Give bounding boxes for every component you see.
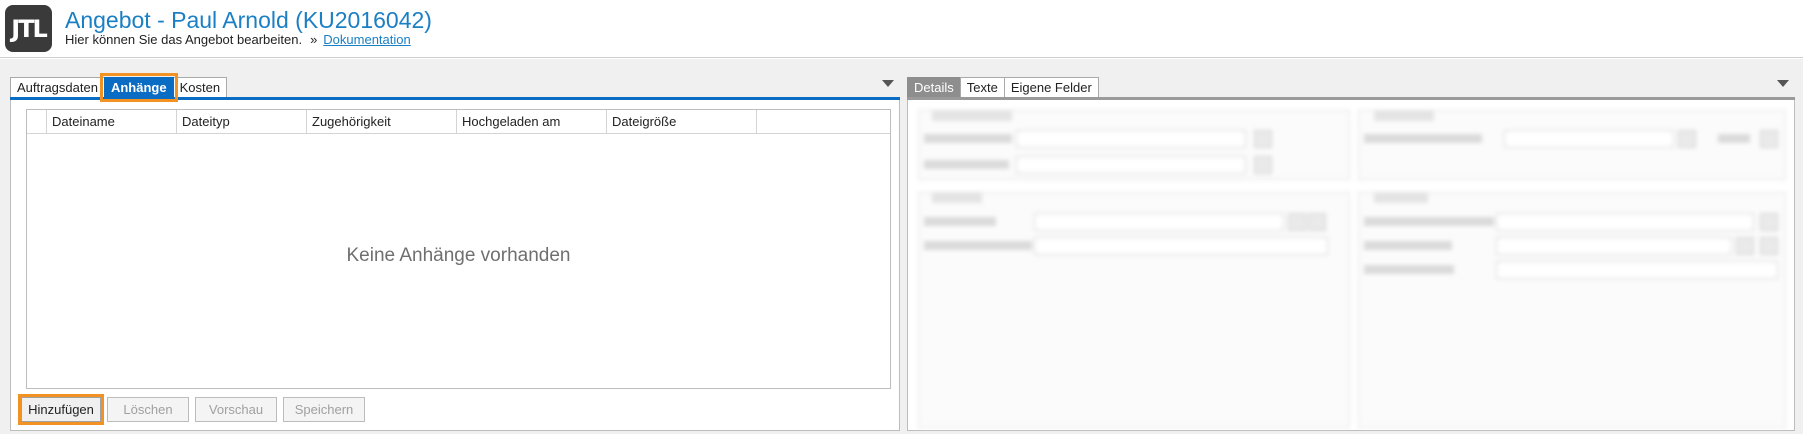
save-button[interactable]: Speichern <box>283 397 365 422</box>
field-label <box>924 160 1009 169</box>
jtl-logo: JTL <box>5 5 52 52</box>
field-input[interactable] <box>1496 261 1778 279</box>
dropdown-button[interactable] <box>1760 130 1778 148</box>
tab-kosten[interactable]: Kosten <box>172 77 228 98</box>
field-label <box>1364 217 1494 226</box>
add-button[interactable]: Hinzufügen <box>18 394 104 425</box>
tab-eigene-felder[interactable]: Eigene Felder <box>1003 77 1099 98</box>
subtitle-row: Hier können Sie das Angebot bearbeiten. »… <box>65 32 411 47</box>
column-header-zugehoerigkeit[interactable]: Zugehörigkeit <box>307 110 457 133</box>
grid-header: Dateiname Dateityp Zugehörigkeit Hochgel… <box>27 110 890 134</box>
dropdown-button[interactable] <box>1678 130 1696 148</box>
page-title: Angebot - Paul Arnold (KU2016042) <box>65 7 432 33</box>
field-label <box>1364 265 1454 274</box>
attachments-tab-content: Dateiname Dateityp Zugehörigkeit Hochgel… <box>10 100 900 431</box>
main-area: Auftragsdaten Anhänge Kosten Dateiname D… <box>0 59 1803 434</box>
tab-texte[interactable]: Texte <box>959 77 1005 98</box>
column-header-hochgeladen-am[interactable]: Hochgeladen am <box>457 110 607 133</box>
button-row: Hinzufügen Löschen Vorschau Speichern <box>18 394 371 425</box>
chevron-down-icon[interactable] <box>1777 80 1789 87</box>
details-tab-content <box>907 100 1795 431</box>
field-input[interactable] <box>1504 130 1674 148</box>
field-input[interactable] <box>1016 156 1246 174</box>
right-tab-bar: Details Texte Eigene Felder <box>907 73 1099 98</box>
empty-message: Keine Anhänge vorhanden <box>346 245 571 266</box>
dropdown-button[interactable] <box>1760 237 1778 255</box>
dropdown-button[interactable] <box>1288 213 1306 231</box>
field-label <box>1718 134 1750 143</box>
field-input[interactable] <box>1496 237 1732 255</box>
fieldset-title <box>1374 111 1434 121</box>
field-input[interactable] <box>1496 213 1754 231</box>
column-header-dateityp[interactable]: Dateityp <box>177 110 307 133</box>
dropdown-button[interactable] <box>1760 213 1778 231</box>
details-panel: Details Texte Eigene Felder <box>907 73 1795 431</box>
field-input[interactable] <box>1016 130 1246 148</box>
field-label <box>924 134 1012 143</box>
field-label <box>1364 241 1452 250</box>
tab-details[interactable]: Details <box>907 77 961 98</box>
attachments-grid: Dateiname Dateityp Zugehörigkeit Hochgel… <box>26 109 891 389</box>
column-header-dateiname[interactable]: Dateiname <box>47 110 177 133</box>
field-label <box>924 217 996 226</box>
tab-auftragsdaten[interactable]: Auftragsdaten <box>10 77 105 98</box>
field-input[interactable] <box>1034 213 1284 231</box>
grid-row-selector-header <box>27 110 47 133</box>
delete-button[interactable]: Löschen <box>107 397 189 422</box>
breadcrumb-separator: » <box>310 32 318 47</box>
dropdown-button[interactable] <box>1736 237 1754 255</box>
column-header-dateigroesse[interactable]: Dateigröße <box>607 110 757 133</box>
fieldset-title <box>932 111 1012 121</box>
subtitle-text: Hier können Sie das Angebot bearbeiten. <box>65 32 303 47</box>
field-label <box>1364 134 1482 143</box>
dropdown-button[interactable] <box>1308 213 1326 231</box>
field-input[interactable] <box>1034 237 1328 255</box>
attachments-panel: Auftragsdaten Anhänge Kosten Dateiname D… <box>10 73 900 431</box>
blurred-details-form <box>908 100 1794 430</box>
dropdown-button[interactable] <box>1254 130 1272 148</box>
field-label <box>924 241 1032 250</box>
fieldset-title <box>1374 193 1428 203</box>
preview-button[interactable]: Vorschau <box>195 397 277 422</box>
chevron-down-icon[interactable] <box>882 80 894 87</box>
left-tab-bar: Auftragsdaten Anhänge Kosten <box>10 73 228 102</box>
tab-anhaenge[interactable]: Anhänge <box>99 73 178 102</box>
dropdown-button[interactable] <box>1254 156 1272 174</box>
documentation-link[interactable]: Dokumentation <box>323 32 410 47</box>
header: JTL Angebot - Paul Arnold (KU2016042) Hi… <box>0 0 1803 58</box>
fieldset-title <box>932 193 982 203</box>
